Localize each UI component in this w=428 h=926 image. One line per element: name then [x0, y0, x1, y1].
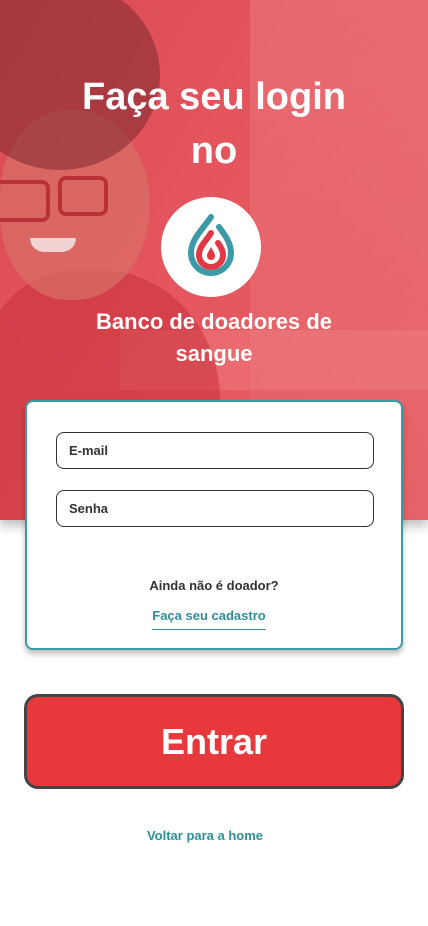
register-link[interactable]: Faça seu cadastro: [152, 608, 266, 630]
register-question: Ainda não é doador?: [149, 578, 279, 593]
back-home-link[interactable]: Voltar para a home: [0, 828, 410, 843]
page-title: Faça seu login no: [82, 76, 346, 172]
logo: [161, 197, 261, 297]
page-subtitle: Banco de doadores de sangue: [96, 309, 332, 366]
password-field[interactable]: [56, 490, 374, 527]
login-button[interactable]: Entrar: [24, 694, 404, 789]
blood-drop-icon: [181, 213, 241, 281]
email-field[interactable]: [56, 432, 374, 469]
login-card: Ainda não é doador? Faça seu cadastro: [25, 400, 403, 650]
